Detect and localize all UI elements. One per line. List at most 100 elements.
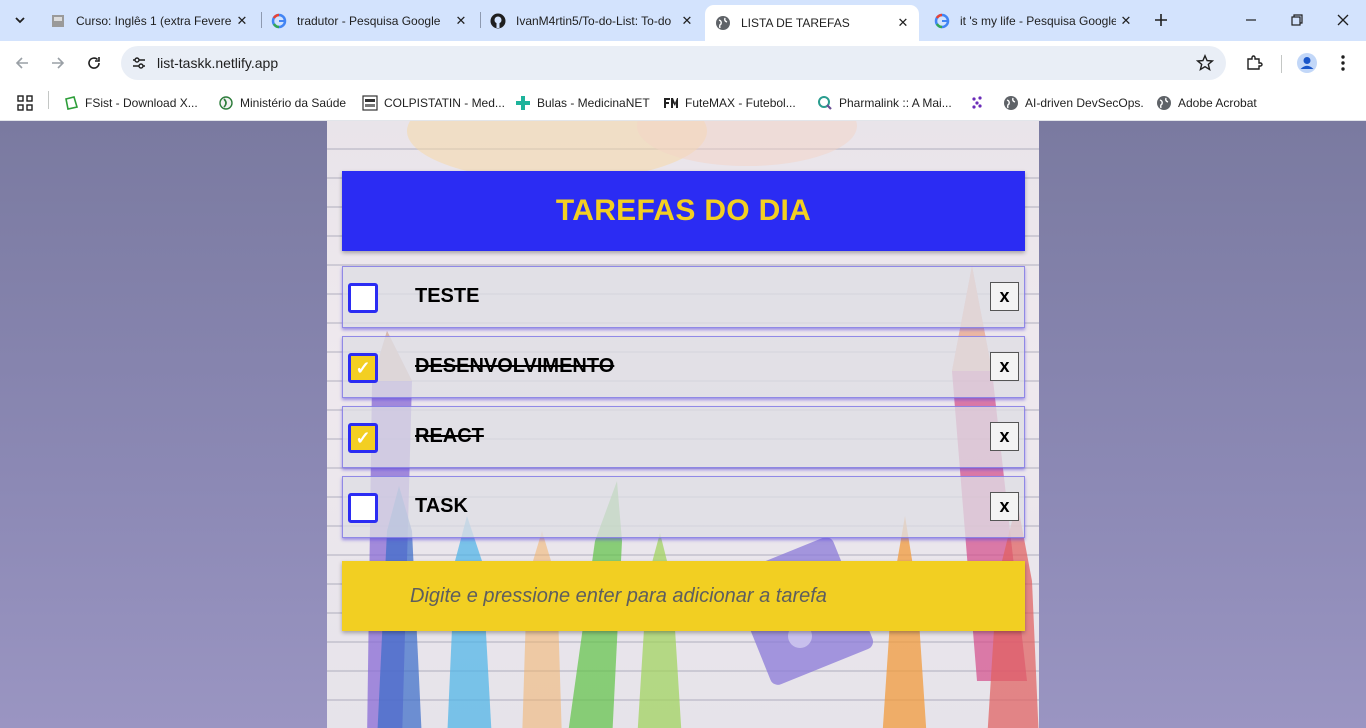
bookmark-futemax[interactable]: FuteMAX - Futebol... [663,92,796,114]
close-window-button[interactable] [1320,0,1366,40]
medicina-icon [362,95,378,111]
task-item: ✓ DESENVOLVIMENTO x [342,336,1025,398]
bookmark-colpistatin[interactable]: COLPISTATIN - Med... [362,92,505,114]
dots-icon [970,95,986,111]
bookmark-label: FuteMAX - Futebol... [685,96,796,110]
task-item: TASK x [342,476,1025,538]
bookmark-label: Pharmalink :: A Mai... [839,96,952,110]
pharmalink-icon [817,95,833,111]
tab-title: LISTA DE TAREFAS [741,16,850,30]
minimize-icon [1246,19,1256,21]
tab-curso-ingles[interactable]: Curso: Inglês 1 (extra Fevereiro ✕ [40,6,258,35]
menu-button[interactable] [1331,51,1355,75]
google-favicon [934,13,950,29]
delete-task-button[interactable]: x [990,422,1019,451]
task-checkbox[interactable] [348,493,378,523]
address-bar[interactable]: list-taskk.netlify.app [121,46,1226,80]
star-icon [1196,54,1214,71]
bookmark-label: FSist - Download X... [85,96,198,110]
close-icon[interactable]: ✕ [677,11,697,31]
url-text[interactable]: list-taskk.netlify.app [157,55,278,71]
toolbar-divider [1281,55,1282,73]
bookmarks-divider [48,91,49,109]
delete-task-button[interactable]: x [990,352,1019,381]
tab-tradutor[interactable]: tradutor - Pesquisa Google ✕ [261,6,477,35]
bookmark-dots[interactable] [970,92,992,114]
browser-toolbar: list-taskk.netlify.app [0,41,1366,85]
avatar-icon [1297,53,1317,73]
close-icon[interactable]: ✕ [893,13,913,33]
restore-icon [1291,14,1303,26]
google-favicon [271,13,287,29]
reload-icon [88,57,100,69]
bookmark-pharmalink[interactable]: Pharmalink :: A Mai... [817,92,952,114]
bookmark-label: COLPISTATIN - Med... [384,96,505,110]
arrow-left-icon [15,57,28,69]
more-vert-icon [1341,55,1345,71]
restore-button[interactable] [1274,0,1320,40]
bookmark-devsecops[interactable]: AI-driven DevSecOps. [1003,92,1144,114]
task-label: DESENVOLVIMENTO [415,355,615,377]
forward-button[interactable] [44,49,72,77]
task-item: ✓ REACT x [342,406,1025,468]
back-button[interactable] [8,49,36,77]
delete-task-button[interactable]: x [990,492,1019,521]
close-icon[interactable]: ✕ [232,11,252,31]
bookmark-adobe-acrobat[interactable]: Adobe Acrobat [1156,92,1257,114]
bookmark-label: AI-driven DevSecOps. [1025,96,1144,110]
apps-grid-icon [17,95,33,111]
site-info-button[interactable] [127,51,151,75]
tab-title: it 's my life - Pesquisa Google [960,13,1116,28]
new-tab-button[interactable] [1149,8,1173,32]
bookmark-fsist[interactable]: FSist - Download X... [63,92,198,114]
book-favicon [50,13,66,29]
task-checkbox[interactable] [348,283,378,313]
bookmark-bulas[interactable]: Bulas - MedicinaNET [515,92,650,114]
apps-button[interactable] [17,92,33,114]
close-icon[interactable]: ✕ [1116,11,1136,31]
app-header: TAREFAS DO DIA [342,171,1025,251]
app-container: TAREFAS DO DIA TESTE x ✓ DESENVOLVIMENTO… [327,121,1039,728]
minimize-button[interactable] [1228,0,1274,40]
chevron-down-icon [15,17,25,24]
page-title: TAREFAS DO DIA [555,194,812,227]
task-label: TESTE [415,285,480,307]
bookmark-ministerio[interactable]: Ministério da Saúde [218,92,346,114]
fsist-icon [63,95,79,111]
profile-button[interactable] [1295,51,1319,75]
bookmark-label: Ministério da Saúde [240,96,347,110]
reload-button[interactable] [80,49,108,77]
tab-search-button[interactable] [6,6,34,34]
globe-favicon [715,15,731,31]
globe-icon [1003,95,1019,111]
tab-its-my-life[interactable]: it 's my life - Pesquisa Google ✕ [924,6,1142,35]
extensions-button[interactable] [1242,51,1266,75]
tune-icon [133,57,145,69]
plus-icon [515,95,531,111]
check-mark-icon: ✓ [355,427,371,448]
close-icon [1337,14,1349,26]
tab-github[interactable]: IvanM4rtin5/To-do-List: To-do ✕ [480,6,703,35]
task-checkbox[interactable]: ✓ [348,423,378,453]
tab-title: tradutor - Pesquisa Google [297,13,441,28]
bookmarks-bar: FSist - Download X... Ministério da Saúd… [0,85,1366,121]
task-label: REACT [415,425,484,447]
arrow-right-icon [52,57,65,69]
delete-task-button[interactable]: x [990,282,1019,311]
bookmark-label: Bulas - MedicinaNET [537,96,650,110]
new-task-input[interactable] [410,581,1010,611]
futemax-icon [663,95,679,111]
check-mark-icon: ✓ [355,357,371,378]
tab-lista-de-tarefas[interactable]: LISTA DE TAREFAS ✕ [705,5,919,41]
tab-strip: Curso: Inglês 1 (extra Fevereiro ✕ tradu… [0,0,1366,41]
task-checkbox[interactable]: ✓ [348,353,378,383]
close-icon[interactable]: ✕ [451,11,471,31]
tab-title: IvanM4rtin5/To-do-List: To-do [516,13,672,28]
task-item: TESTE x [342,266,1025,328]
puzzle-icon [1247,55,1263,70]
bookmark-star-button[interactable] [1194,52,1216,74]
ministerio-icon [218,95,234,111]
page-background: TAREFAS DO DIA TESTE x ✓ DESENVOLVIMENTO… [0,121,1366,728]
plus-icon [1155,14,1167,26]
globe-icon [1156,95,1172,111]
